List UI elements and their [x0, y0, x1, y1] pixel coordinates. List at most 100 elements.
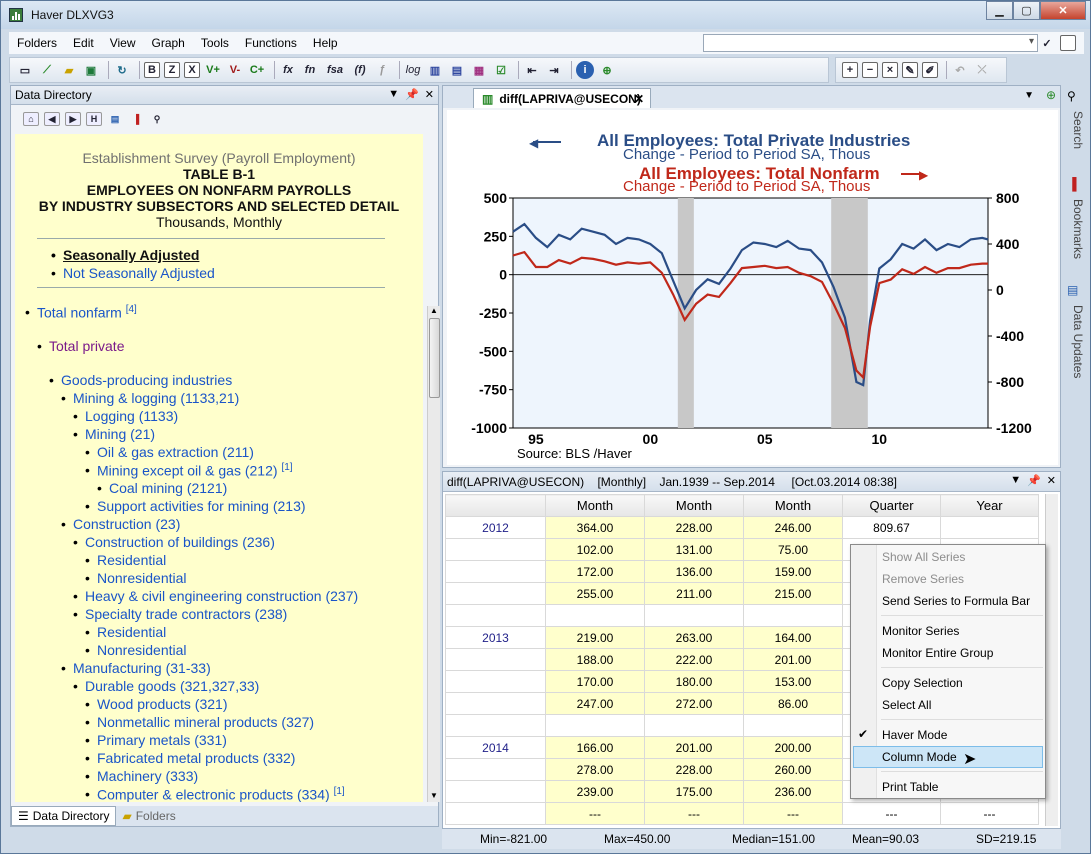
grid-dropdown-icon[interactable]: ▼	[1010, 474, 1021, 487]
tree-item[interactable]: Machinery (333)	[85, 768, 198, 784]
value-cell[interactable]	[940, 516, 1039, 539]
forward-icon[interactable]: ▶	[65, 112, 81, 126]
year-cell[interactable]	[445, 714, 546, 737]
value-cell[interactable]: 263.00	[644, 626, 744, 649]
minimize-button[interactable]: ▁	[986, 1, 1013, 20]
menu-monitor-entire-group[interactable]: Monitor Entire Group	[882, 646, 993, 660]
delete-icon[interactable]: ×	[882, 62, 898, 78]
value-cell[interactable]: ---	[743, 802, 843, 825]
value-cell[interactable]: ---	[940, 802, 1039, 825]
value-cell[interactable]	[545, 604, 645, 627]
tree-item[interactable]: Total nonfarm [4]	[25, 304, 137, 321]
menu-remove-series[interactable]: Remove Series	[882, 572, 964, 586]
tree-item[interactable]: Goods-producing industries	[49, 372, 232, 388]
value-cell[interactable]	[545, 714, 645, 737]
tree-item[interactable]: Construction of buildings (236)	[73, 534, 275, 550]
close-button[interactable]: ✕	[1040, 1, 1086, 20]
tool-x-button[interactable]: X	[184, 62, 200, 78]
menu-print-table[interactable]: Print Table	[882, 780, 938, 794]
log-button[interactable]: log	[404, 61, 422, 79]
menu-select-all[interactable]: Select All	[882, 698, 931, 712]
minus-icon[interactable]: −	[862, 62, 878, 78]
value-cell[interactable]: 228.00	[644, 516, 744, 539]
fsa-button[interactable]: fsa	[323, 61, 347, 79]
menu-copy-selection[interactable]: Copy Selection	[882, 676, 963, 690]
year-cell[interactable]	[445, 780, 546, 803]
column-header[interactable]: Year	[940, 494, 1039, 517]
year-cell[interactable]	[445, 582, 546, 605]
tool-b-button[interactable]: B	[144, 62, 160, 78]
tree-item[interactable]: Construction (23)	[61, 516, 180, 532]
maximize-button[interactable]: ▢	[1013, 1, 1040, 20]
menu-view[interactable]: View	[102, 36, 144, 50]
refresh-icon[interactable]: ↻	[113, 61, 131, 79]
value-cell[interactable]: 219.00	[545, 626, 645, 649]
year-cell[interactable]	[445, 560, 546, 583]
add-folder-icon[interactable]: ⊕	[598, 61, 616, 79]
side-tab-bookmarks[interactable]: Bookmarks	[1065, 199, 1085, 259]
tree-item[interactable]: Residential	[85, 624, 166, 640]
grid-pin-icon[interactable]: 📌	[1027, 474, 1041, 487]
dropdown-icon[interactable]: ▼	[388, 88, 399, 101]
tree-item[interactable]: Fabricated metal products (332)	[85, 750, 295, 766]
menu-column-mode[interactable]: Column Mode	[853, 746, 1043, 768]
value-cell[interactable]: 215.00	[743, 582, 843, 605]
value-cell[interactable]	[743, 604, 843, 627]
tree-item[interactable]: Computer & electronic products (334) [1]	[85, 786, 345, 802]
pencil-icon[interactable]: ✐	[922, 62, 938, 78]
value-cell[interactable]: 228.00	[644, 758, 744, 781]
chart-add-icon[interactable]: ⊕	[1046, 88, 1056, 102]
grid-scrollbar[interactable]	[1045, 494, 1058, 826]
tree-item[interactable]: Oil & gas extraction (211)	[85, 444, 254, 460]
export-icon[interactable]: ▤	[107, 112, 123, 126]
value-cell[interactable]: 131.00	[644, 538, 744, 561]
value-cell[interactable]: 172.00	[545, 560, 645, 583]
fx-button[interactable]: fx	[279, 61, 297, 79]
side-tab-search[interactable]: Search	[1065, 111, 1085, 149]
tree-item[interactable]: Manufacturing (31-33)	[61, 660, 211, 676]
value-cell[interactable]: 200.00	[743, 736, 843, 759]
tree-item[interactable]: Mining except oil & gas (212) [1]	[85, 462, 293, 479]
year-cell[interactable]	[445, 692, 546, 715]
column-header[interactable]: Month	[545, 494, 645, 517]
menu-graph[interactable]: Graph	[144, 36, 193, 50]
undo-icon[interactable]: ↶	[951, 61, 969, 79]
value-cell[interactable]	[644, 714, 744, 737]
value-cell[interactable]: 153.00	[743, 670, 843, 693]
chart-dropdown-icon[interactable]: ▼	[1024, 90, 1034, 101]
value-cell[interactable]: 166.00	[545, 736, 645, 759]
tree-item[interactable]: Residential	[85, 552, 166, 568]
tree-item[interactable]: Coal mining (2121)	[97, 480, 227, 496]
check-icon[interactable]: ✓	[1038, 34, 1056, 52]
year-cell[interactable]	[445, 604, 546, 627]
add-column-button[interactable]: C+	[248, 61, 266, 79]
plus-icon[interactable]: +	[842, 62, 858, 78]
chart-tab-close-icon[interactable]: ✕	[634, 92, 644, 106]
chart-style-icon[interactable]: ▦	[470, 61, 488, 79]
folder-icon[interactable]: ▰	[60, 61, 78, 79]
bar-chart-icon[interactable]: ▥	[426, 61, 444, 79]
year-cell[interactable]	[445, 538, 546, 561]
column-header[interactable]: Quarter	[842, 494, 941, 517]
menu-tools[interactable]: Tools	[193, 36, 237, 50]
year-cell[interactable]	[445, 758, 546, 781]
new-document-icon[interactable]: ▭	[16, 61, 34, 79]
back-arrow-icon[interactable]: ⇤	[523, 61, 541, 79]
menu-monitor-series[interactable]: Monitor Series	[882, 624, 959, 638]
back-icon[interactable]: ◀	[44, 112, 60, 126]
menu-send-to-formula-bar[interactable]: Send Series to Formula Bar	[882, 594, 1030, 608]
value-cell[interactable]: 278.00	[545, 758, 645, 781]
add-bookmark-icon[interactable]: ▐	[128, 112, 144, 126]
menu-folders[interactable]: Folders	[9, 36, 65, 50]
menu-show-all-series[interactable]: Show All Series	[882, 550, 965, 564]
value-cell[interactable]: 211.00	[644, 582, 744, 605]
tree-item[interactable]: Mining & logging (1133,21)	[61, 390, 239, 406]
f-off-icon[interactable]: ƒ	[373, 61, 391, 79]
pin-icon[interactable]: 📌	[405, 88, 419, 101]
scroll-thumb[interactable]	[429, 318, 440, 398]
tool-z-button[interactable]: Z	[164, 62, 180, 78]
value-cell[interactable]: 260.00	[743, 758, 843, 781]
tree-item[interactable]: Total private	[37, 338, 125, 354]
value-cell[interactable]: 201.00	[644, 736, 744, 759]
fn-button[interactable]: fn	[301, 61, 319, 79]
